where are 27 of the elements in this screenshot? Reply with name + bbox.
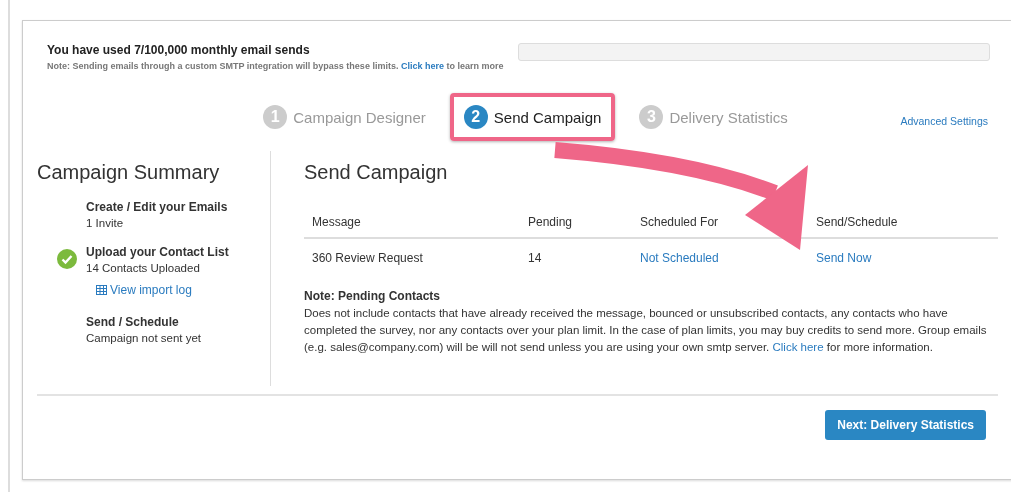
column-header: Pending — [528, 215, 573, 229]
column-header: Message — [312, 215, 361, 229]
usage-title: You have used 7/100,000 monthly email sends — [47, 43, 311, 57]
summary-title: Campaign Summary — [37, 161, 221, 184]
send-now-link[interactable]: Send Now — [816, 251, 872, 265]
step-tab[interactable]: 2 Send Campaign — [449, 93, 616, 141]
click-here-link[interactable]: Click here — [400, 61, 444, 71]
table-icon — [96, 285, 107, 295]
step-detail: 1 Invite — [86, 217, 125, 229]
click-here-link[interactable]: Click here — [772, 341, 824, 353]
note-title: Note: Pending Contacts — [304, 289, 441, 303]
advanced-settings-link[interactable]: Advanced Settings — [900, 115, 988, 127]
table-cell: 14 — [528, 251, 542, 265]
section-title: Send Campaign — [304, 161, 449, 184]
not-scheduled-link[interactable]: Not Scheduled — [640, 251, 719, 265]
column-header: Send/Schedule — [816, 215, 898, 229]
step-detail: 14 Contacts Uploaded — [86, 262, 201, 274]
table-cell: 360 Review Request — [312, 251, 423, 265]
step-title: Upload your Contact List — [86, 245, 229, 259]
usage-note: Note: Sending emails through a custom SMTP integration will bypass these limits. Click here to learn more — [47, 61, 504, 71]
next-button[interactable]: Next: Delivery Statistics — [825, 410, 986, 440]
step-detail: Campaign not sent yet — [86, 332, 202, 344]
column-header: Scheduled For — [640, 215, 719, 229]
note-text: Does not include contacts that have already received the message, bounced or unsubscribed contacts, any contacts who have completed the survey, nor any contacts over your plan limit. In the case of plan limits, you may buy credits to send more. Group emails (e.g. sales@company.com) will be will not send unless you are using your own smtp server. Click here for more information. — [304, 306, 988, 355]
view-import-log-link[interactable]: View import log — [96, 283, 192, 297]
step-title: Create / Edit your Emails — [86, 200, 228, 214]
step-title: Send / Schedule — [86, 315, 180, 329]
